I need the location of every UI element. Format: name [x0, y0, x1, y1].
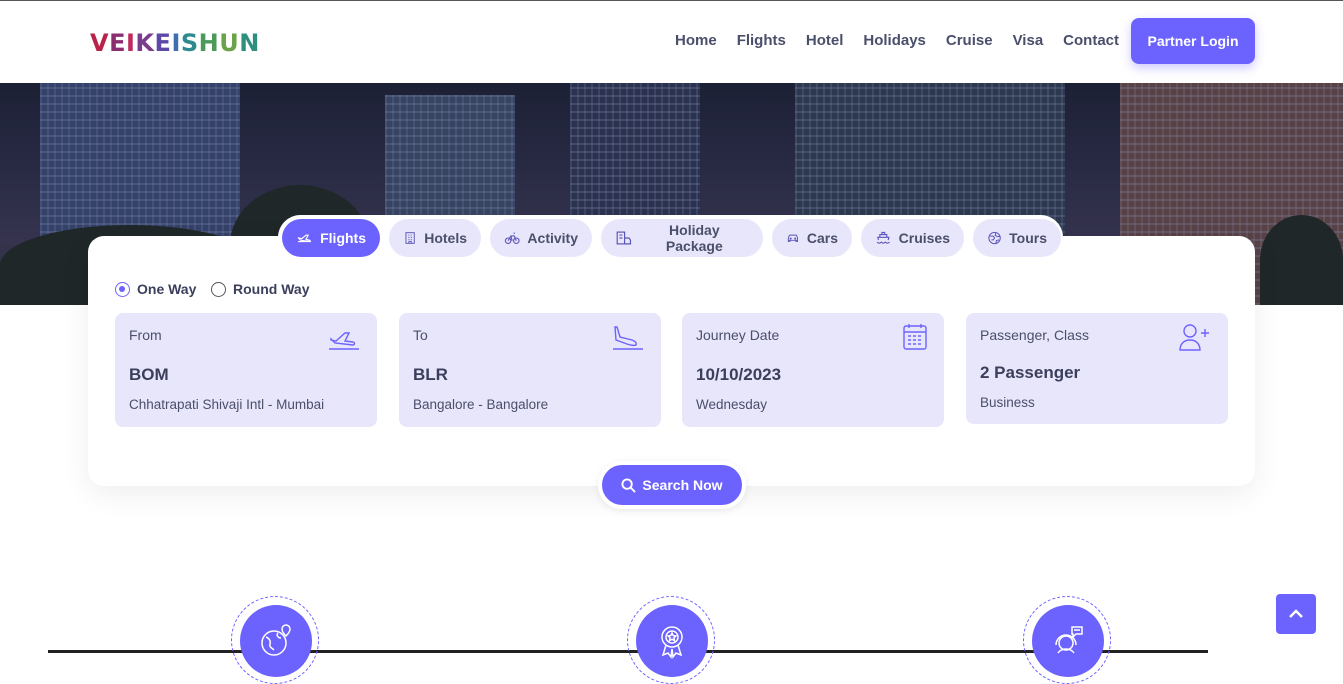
search-icon: [621, 477, 637, 493]
tab-flights[interactable]: Flights: [282, 219, 380, 257]
car-icon: [787, 234, 799, 242]
add-user-icon: [1179, 324, 1209, 351]
globe-icon: [988, 231, 1001, 245]
search-now-button[interactable]: Search Now: [598, 461, 746, 509]
nav-flights[interactable]: Flights: [737, 32, 786, 49]
globe-location-icon: [261, 624, 291, 656]
building-icon: [405, 232, 415, 244]
from-detail: Chhatrapati Shivaji Intl - Mumbai: [129, 397, 325, 412]
date-weekday: Wednesday: [696, 397, 768, 412]
round-way-radio[interactable]: Round Way: [211, 281, 309, 297]
feature-badge-2: [627, 596, 715, 684]
nav-holidays[interactable]: Holidays: [863, 32, 926, 49]
landing-icon: [613, 326, 643, 350]
brand-logo[interactable]: VEIKEISHUN: [90, 29, 260, 57]
radio-selected-indicator: [115, 281, 130, 297]
to-field[interactable]: To BLR Bangalore - Bangalore: [399, 313, 661, 427]
feature-badge-3: [1023, 596, 1111, 684]
site-header: VEIKEISHUN Home Flights Hotel Holidays C…: [0, 1, 1343, 83]
tab-cars[interactable]: Cars: [772, 219, 852, 257]
passenger-class-field[interactable]: Passenger, Class 2 Passenger Business: [966, 313, 1228, 424]
holiday-icon: [616, 231, 632, 245]
radio-indicator: [211, 281, 226, 297]
tab-cruises[interactable]: Cruises: [861, 219, 964, 257]
award-badge-icon: [661, 626, 683, 659]
bicycle-icon: [504, 232, 520, 245]
ship-icon: [876, 231, 890, 244]
passenger-value: 2 Passenger: [980, 363, 1081, 382]
tab-holiday-package[interactable]: Holiday Package: [601, 219, 763, 257]
one-way-radio[interactable]: One Way: [115, 281, 196, 297]
takeoff-icon: [329, 332, 359, 350]
date-value: 10/10/2023: [696, 365, 782, 384]
feature-badge-1: [231, 596, 319, 684]
to-code: BLR: [413, 365, 448, 384]
nav-home[interactable]: Home: [675, 32, 717, 49]
from-field[interactable]: From BOM Chhatrapati Shivaji Intl - Mumb…: [115, 313, 377, 427]
plane-icon: [297, 234, 311, 243]
partner-login-button[interactable]: Partner Login: [1131, 18, 1255, 64]
nav-hotel[interactable]: Hotel: [806, 32, 844, 49]
tab-tours[interactable]: Tours: [973, 219, 1061, 257]
tab-hotels[interactable]: Hotels: [389, 219, 481, 257]
class-value: Business: [980, 395, 1035, 410]
calendar-icon: [903, 324, 927, 350]
nav-visa[interactable]: Visa: [1013, 32, 1044, 49]
nav-cruise[interactable]: Cruise: [946, 32, 993, 49]
main-nav: Home Flights Hotel Holidays Cruise Visa …: [665, 32, 1129, 49]
chevron-up-icon: [1289, 609, 1303, 618]
tab-activity[interactable]: Activity: [490, 219, 592, 257]
journey-date-field[interactable]: Journey Date 10/10/2023 Wednesday: [682, 313, 944, 427]
from-code: BOM: [129, 365, 169, 384]
to-detail: Bangalore - Bangalore: [413, 397, 549, 412]
nav-contact[interactable]: Contact: [1063, 32, 1119, 49]
support-agent-icon: [1055, 626, 1083, 654]
scroll-to-top-button[interactable]: [1276, 594, 1316, 634]
